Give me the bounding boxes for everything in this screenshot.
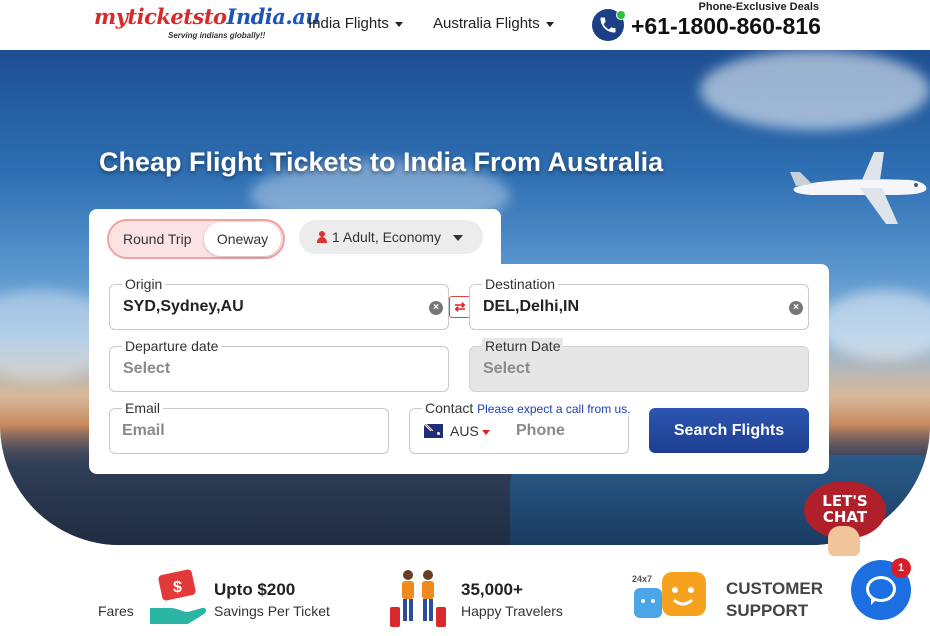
origin-value: SYD,Sydney,AU <box>123 298 244 315</box>
return-date-label: Return Date <box>482 338 564 354</box>
support-badge-text: 24x7 <box>632 574 652 584</box>
online-status-dot <box>616 10 626 20</box>
logo-tagline: Serving indians globally!! <box>168 31 266 40</box>
savings-title: Upto $200 <box>214 580 296 599</box>
contact-field[interactable]: Contact Please expect a call from us. AU… <box>409 400 634 454</box>
nav-india-flights-label: India Flights <box>308 15 389 32</box>
destination-label: Destination <box>482 276 559 292</box>
chat-bubble-icon <box>866 576 896 605</box>
nav-australia-flights-label: Australia Flights <box>433 15 540 32</box>
user-icon <box>317 231 327 243</box>
chevron-down-icon <box>481 429 490 435</box>
clear-icon[interactable]: × <box>789 301 803 315</box>
phone-deals-label: Phone-Exclusive Deals <box>698 1 819 13</box>
destination-field[interactable]: Destination DEL,Delhi,IN × <box>469 276 809 330</box>
savings-tag-icon: $ <box>150 569 207 624</box>
destination-value: DEL,Delhi,IN <box>483 298 580 315</box>
departure-date-field[interactable]: Departure date Select <box>109 338 449 392</box>
return-date-placeholder: Select <box>483 360 531 377</box>
oneway-option[interactable]: Oneway <box>204 222 281 256</box>
australia-flag-icon <box>424 424 443 438</box>
cloud-decoration <box>700 50 930 130</box>
clear-icon[interactable]: × <box>429 301 443 315</box>
phone-input[interactable]: Phone <box>516 422 565 440</box>
svg-text:$: $ <box>173 579 182 596</box>
contact-label-text: Contact <box>425 400 474 416</box>
logo-part-1: myticketsto <box>94 4 227 29</box>
travelers-subtitle: Happy Travelers <box>461 603 563 619</box>
lets-chat-line-2: CHAT <box>822 508 868 526</box>
customer-support-icon: 24x7 <box>632 572 706 618</box>
fares-label: Fares <box>98 603 134 619</box>
contact-note: Please expect a call from us. <box>477 402 631 416</box>
hero-title: Cheap Flight Tickets to India From Austr… <box>99 147 664 177</box>
country-code-value: AUS <box>450 423 479 439</box>
passenger-class-label: 1 Adult, Economy <box>332 229 441 245</box>
savings-subtitle: Savings Per Ticket <box>214 603 330 619</box>
swap-icon[interactable]: ⇄ <box>449 296 471 318</box>
thumbs-up-icon <box>828 526 860 556</box>
search-flights-button[interactable]: Search Flights <box>649 408 809 453</box>
origin-field[interactable]: Origin SYD,Sydney,AU × <box>109 276 449 330</box>
logo-part-2: India <box>226 4 286 29</box>
support-line-2: SUPPORT <box>726 601 809 620</box>
round-trip-option[interactable]: Round Trip <box>123 231 191 247</box>
email-field[interactable]: Email Email <box>109 400 389 454</box>
departure-date-placeholder: Select <box>123 360 171 377</box>
chevron-down-icon <box>545 21 554 27</box>
return-date-field[interactable]: Return Date Select <box>469 338 809 392</box>
country-code-select[interactable]: AUS <box>450 423 490 439</box>
departure-date-label: Departure date <box>122 338 222 354</box>
cloud-decoration <box>820 290 930 360</box>
customer-support-label: CUSTOMER SUPPORT <box>726 578 823 622</box>
nav-india-flights[interactable]: India Flights <box>308 15 403 32</box>
support-line-1: CUSTOMER <box>726 579 823 598</box>
chevron-down-icon <box>453 235 463 241</box>
email-placeholder: Email <box>122 422 165 439</box>
page: myticketstoIndia.au Serving indians glob… <box>0 0 930 636</box>
nav-australia-flights[interactable]: Australia Flights <box>433 15 554 32</box>
travelers-title: 35,000+ <box>461 580 523 599</box>
unread-count-badge: 1 <box>891 558 911 578</box>
origin-label: Origin <box>122 276 166 292</box>
top-header: myticketstoIndia.au Serving indians glob… <box>0 0 930 50</box>
travelers-icon <box>390 570 446 627</box>
chevron-down-icon <box>394 21 403 27</box>
contact-label: Contact Please expect a call from us. <box>422 400 634 416</box>
site-logo[interactable]: myticketstoIndia.au Serving indians glob… <box>94 4 321 44</box>
email-label: Email <box>122 400 164 416</box>
logo-wordmark: myticketstoIndia.au <box>94 4 321 29</box>
phone-number-link[interactable]: +61-1800-860-816 <box>631 13 821 40</box>
airplane-icon <box>790 152 927 224</box>
passenger-class-selector[interactable]: 1 Adult, Economy <box>299 220 483 254</box>
